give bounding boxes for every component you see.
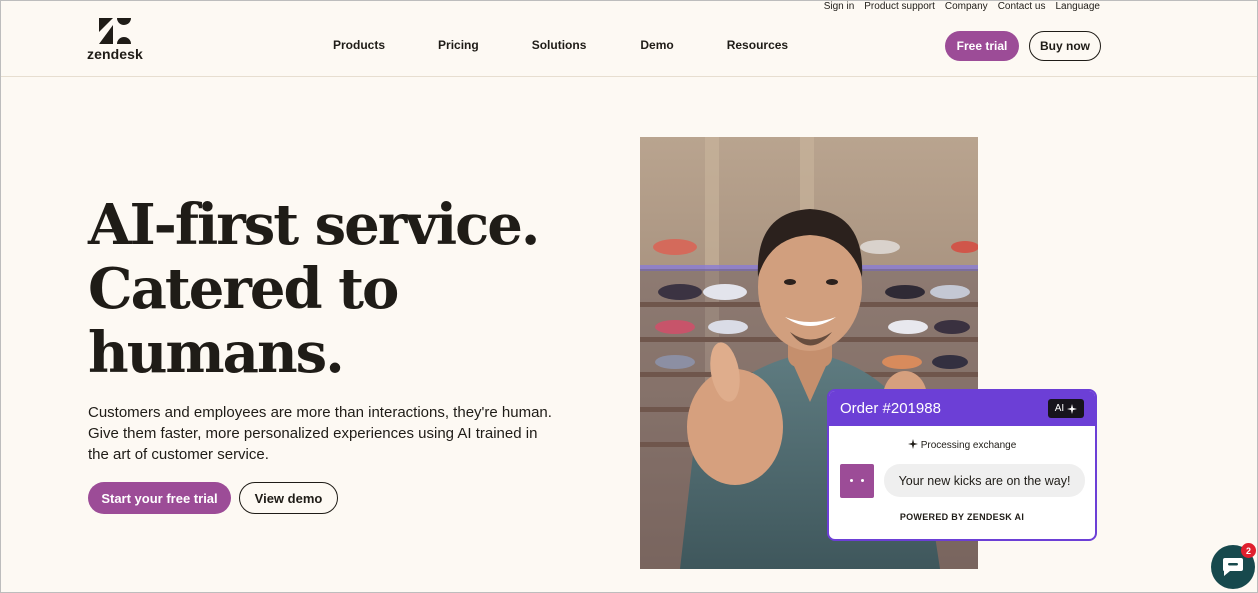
chat-card-header: Order #201988 AI: [829, 391, 1095, 426]
buy-now-button[interactable]: Buy now: [1029, 31, 1101, 61]
ai-chat-card: Order #201988 AI Processing exchange You…: [827, 389, 1097, 541]
hero-title-line: Catered to: [88, 256, 399, 322]
utility-nav: Sign in Product support Company Contact …: [824, 1, 1100, 12]
site-header: zendesk Sign in Product support Company …: [1, 1, 1257, 77]
processing-text: Processing exchange: [920, 440, 1017, 451]
start-free-trial-button[interactable]: Start your free trial: [88, 482, 231, 514]
main-nav: Products Pricing Solutions Demo Resource…: [333, 38, 788, 52]
contact-us-link[interactable]: Contact us: [998, 1, 1046, 12]
company-link[interactable]: Company: [945, 1, 988, 12]
zendesk-logo[interactable]: zendesk: [87, 18, 147, 62]
processing-status: Processing exchange: [829, 439, 1095, 451]
zendesk-logo-icon: [99, 18, 131, 44]
nav-solutions[interactable]: Solutions: [532, 38, 587, 52]
bot-eye-left: [850, 479, 853, 482]
free-trial-button[interactable]: Free trial: [945, 31, 1019, 61]
chat-bubble-icon: [1223, 558, 1243, 576]
hero-subtitle-line: Customers and employees are more than in…: [88, 404, 552, 421]
hero-title-line: AI-first service.: [88, 192, 540, 258]
chat-message-bubble: Your new kicks are on the way!: [884, 464, 1085, 497]
bot-eye-right: [861, 479, 864, 482]
nav-resources[interactable]: Resources: [727, 38, 788, 52]
nav-demo[interactable]: Demo: [640, 38, 673, 52]
nav-pricing[interactable]: Pricing: [438, 38, 479, 52]
logo-text: zendesk: [87, 46, 143, 62]
hero-title: AI-first service. Catered to humans.: [88, 193, 558, 385]
ai-badge: AI: [1048, 399, 1084, 418]
bot-avatar: [840, 464, 874, 498]
sparkle-icon: [1067, 403, 1078, 414]
chat-unread-badge: 2: [1241, 543, 1256, 558]
hero-subtitle: Customers and employees are more than in…: [88, 402, 588, 465]
hero-subtitle-line: Give them faster, more personalized expe…: [88, 425, 538, 442]
ai-badge-label: AI: [1054, 403, 1065, 414]
hero-subtitle-line: the art of customer service.: [88, 446, 269, 463]
sign-in-link[interactable]: Sign in: [824, 1, 855, 12]
nav-products[interactable]: Products: [333, 38, 385, 52]
powered-by-label: POWERED BY ZENDESK AI: [899, 512, 1025, 522]
product-support-link[interactable]: Product support: [864, 1, 935, 12]
sparkle-icon: [907, 439, 918, 449]
view-demo-button[interactable]: View demo: [239, 482, 338, 514]
order-number: Order #201988: [840, 400, 941, 417]
language-link[interactable]: Language: [1056, 1, 1101, 12]
hero-title-line: humans.: [88, 320, 345, 386]
